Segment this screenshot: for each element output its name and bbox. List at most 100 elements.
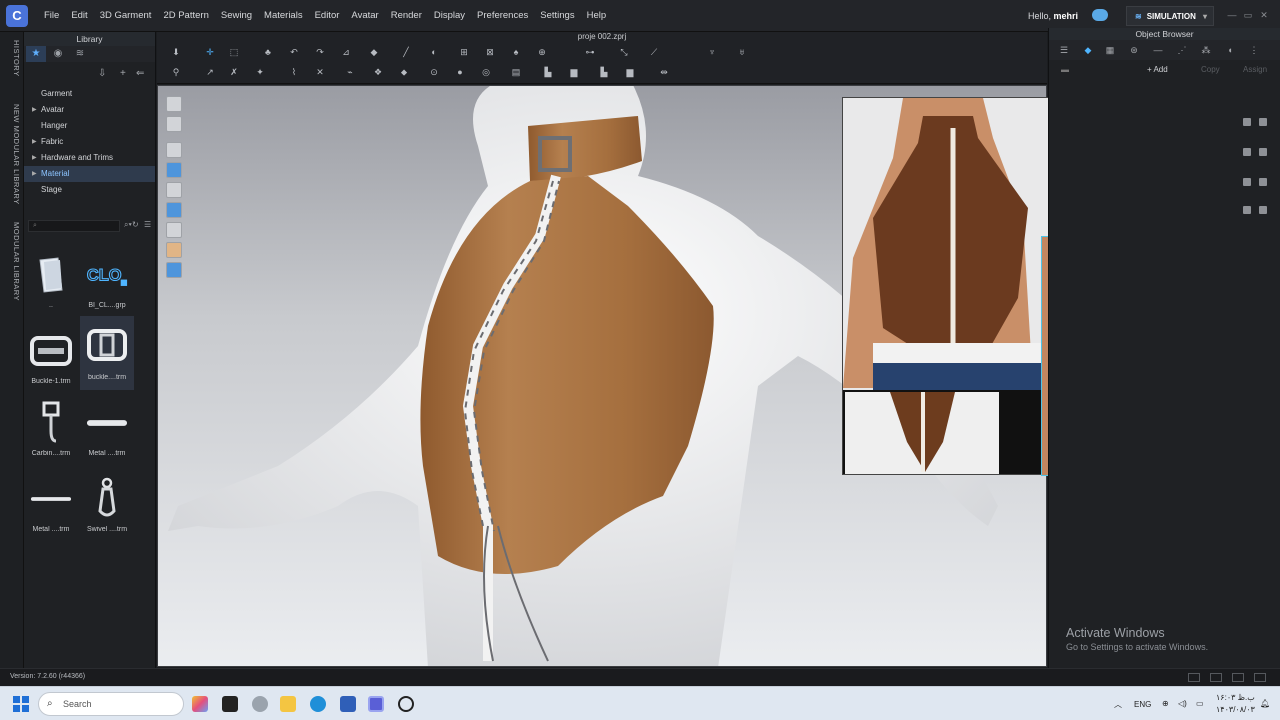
texture-icon[interactable]: ⬥ <box>397 66 411 78</box>
tack-icon[interactable]: ✗ <box>227 66 241 78</box>
fit-map-icon[interactable]: ● <box>453 66 467 78</box>
fabric-tab-icon[interactable]: ◆ <box>1081 43 1095 57</box>
zipper-tab-icon[interactable]: ⁂ <box>1199 43 1213 57</box>
favorites-star-icon[interactable]: ★ <box>26 46 46 62</box>
back-arrow-icon[interactable]: ⇐ <box>136 68 144 79</box>
more-tab-icon[interactable]: ⋮ <box>1247 43 1261 57</box>
expand-arrow-icon[interactable]: ▶ <box>32 166 37 182</box>
thumbnail-folder-up[interactable]: .. <box>24 250 78 318</box>
sphere-icon[interactable]: ◎ <box>479 66 493 78</box>
minimize-icon[interactable]: — <box>1226 10 1238 20</box>
tree-item-fabric[interactable]: ▶ Fabric <box>24 134 155 150</box>
button-tool-icon[interactable]: ♆ <box>705 46 719 58</box>
topstitch-tab-icon[interactable]: ⋰ <box>1175 43 1189 57</box>
cloud-sync-icon[interactable] <box>1092 9 1108 21</box>
thumbnail-metal-bar-2[interactable]: Metal ....trm <box>24 474 78 542</box>
item-settings-icon[interactable] <box>1259 118 1267 126</box>
add-folder-icon[interactable]: + <box>120 68 126 79</box>
select-move-icon[interactable]: ⬇ <box>169 46 183 58</box>
item-settings-icon[interactable] <box>1259 206 1267 214</box>
menu-3d-garment[interactable]: 3D Garment <box>94 10 158 21</box>
avatar-library-icon[interactable]: ◉ <box>48 46 68 62</box>
refresh-icon[interactable]: ↻ <box>132 220 139 229</box>
windows-start-icon[interactable] <box>13 696 29 712</box>
garment-tool-icon[interactable]: ♣ <box>261 46 275 58</box>
menu-avatar[interactable]: Avatar <box>345 10 384 21</box>
item-settings-icon[interactable] <box>1243 118 1251 126</box>
store-icon[interactable] <box>340 696 356 712</box>
pin-tool-icon[interactable]: ⊿ <box>339 46 353 58</box>
clo3d-taskbar-icon[interactable] <box>368 696 384 712</box>
menu-file[interactable]: File <box>38 10 65 21</box>
tree-item-stage[interactable]: Stage <box>24 182 155 198</box>
line-tool-icon[interactable]: ╱ <box>399 46 413 58</box>
language-indicator[interactable]: ENG <box>1134 700 1151 709</box>
layout-icon[interactable] <box>1210 673 1222 682</box>
clock-time[interactable]: ۱۶:۰۳ ب.ظ <box>1216 693 1255 702</box>
app-taskbar-icon[interactable] <box>398 696 414 712</box>
segment-2-icon[interactable]: ▙ <box>597 66 611 78</box>
list-view-icon[interactable]: ☰ <box>144 220 151 229</box>
puckering-icon[interactable]: ⌁ <box>343 66 357 78</box>
chrome-icon[interactable] <box>252 696 268 712</box>
tab-modular-library[interactable]: MODULAR LIBRARY <box>3 222 21 301</box>
thumbnail-swivel-hook[interactable]: Swivel ....trm <box>80 474 134 542</box>
zipper-icon[interactable]: ⟋ <box>647 46 661 58</box>
network-icon[interactable]: ⊕ <box>1162 699 1169 708</box>
graphic-icon[interactable]: ❖ <box>371 66 385 78</box>
avatar-arrange-icon[interactable]: ♠ <box>509 46 523 58</box>
tray-chevron-up-icon[interactable]: ︿ <box>1114 699 1122 710</box>
hanger-library-icon[interactable]: ≋ <box>70 46 90 62</box>
fold-icon[interactable]: ↷ <box>313 46 327 58</box>
menu-help[interactable]: Help <box>581 10 613 21</box>
clock-date[interactable]: ۱۴۰۳/۰۸/۰۳ <box>1216 705 1255 714</box>
button-tab-icon[interactable]: ⊛ <box>1127 43 1141 57</box>
menu-editor[interactable]: Editor <box>309 10 346 21</box>
strap-icon[interactable]: ✦ <box>253 66 267 78</box>
pressure-icon[interactable]: ◐ <box>427 46 441 58</box>
expand-arrow-icon[interactable]: ▶ <box>32 102 37 118</box>
line-tab-icon[interactable]: — <box>1151 43 1165 57</box>
menu-sewing[interactable]: Sewing <box>215 10 258 21</box>
edge-icon[interactable] <box>310 696 326 712</box>
trim-tab-icon[interactable]: ◖ <box>1223 43 1237 57</box>
edit-point-icon[interactable]: ↗ <box>203 66 217 78</box>
stack-icon[interactable]: ▤ <box>509 66 523 78</box>
menu-materials[interactable]: Materials <box>258 10 309 21</box>
thumbnail-metal-bar-1[interactable]: Metal ....trm <box>80 398 134 466</box>
menu-2d-pattern[interactable]: 2D Pattern <box>157 10 214 21</box>
menu-display[interactable]: Display <box>428 10 471 21</box>
add-button[interactable]: + Add <box>1147 65 1168 74</box>
thumbnail-carabiner[interactable]: Carbin....trm <box>24 398 78 466</box>
task-view-icon[interactable] <box>222 696 238 712</box>
shrinkage-icon[interactable]: ⊞ <box>457 46 471 58</box>
clo-logo-icon[interactable]: C <box>6 4 28 27</box>
layout-icon[interactable] <box>1188 673 1200 682</box>
restore-icon[interactable]: ▭ <box>1242 10 1254 20</box>
item-settings-icon[interactable] <box>1243 178 1251 186</box>
menu-preferences[interactable]: Preferences <box>471 10 534 21</box>
fabric-brush-icon[interactable]: ◆ <box>367 46 381 58</box>
library-search-input[interactable]: ⌕ <box>28 220 120 232</box>
grain-icon[interactable]: ⊙ <box>427 66 441 78</box>
layout-icon[interactable] <box>1232 673 1244 682</box>
tree-item-hanger[interactable]: Hanger <box>24 118 155 134</box>
file-explorer-icon[interactable] <box>280 696 296 712</box>
folder-icon[interactable]: ▬ <box>1061 65 1069 74</box>
search-filter-icon[interactable]: ⌕▾ <box>124 220 132 230</box>
download-icon[interactable]: ⇩ <box>98 68 106 79</box>
menu-settings[interactable]: Settings <box>534 10 580 21</box>
copy-button[interactable]: Copy <box>1201 65 1220 74</box>
hole-tool-icon[interactable]: ♅ <box>735 46 749 58</box>
fold-arrangement-icon[interactable]: ↶ <box>287 46 301 58</box>
distribute-icon[interactable]: ⇹ <box>657 66 671 78</box>
segment-icon[interactable]: ▙ <box>541 66 555 78</box>
menu-edit[interactable]: Edit <box>65 10 93 21</box>
simulation-mode-button[interactable]: ≋ SIMULATION ▾ <box>1126 6 1214 26</box>
assign-button[interactable]: Assign <box>1243 65 1267 74</box>
avatar-pose-icon[interactable]: ⚲ <box>169 66 183 78</box>
measure-icon[interactable]: ⊕ <box>535 46 549 58</box>
lace-tool-icon[interactable]: ✕ <box>313 66 327 78</box>
widgets-icon[interactable] <box>192 696 208 712</box>
item-settings-icon[interactable] <box>1243 206 1251 214</box>
